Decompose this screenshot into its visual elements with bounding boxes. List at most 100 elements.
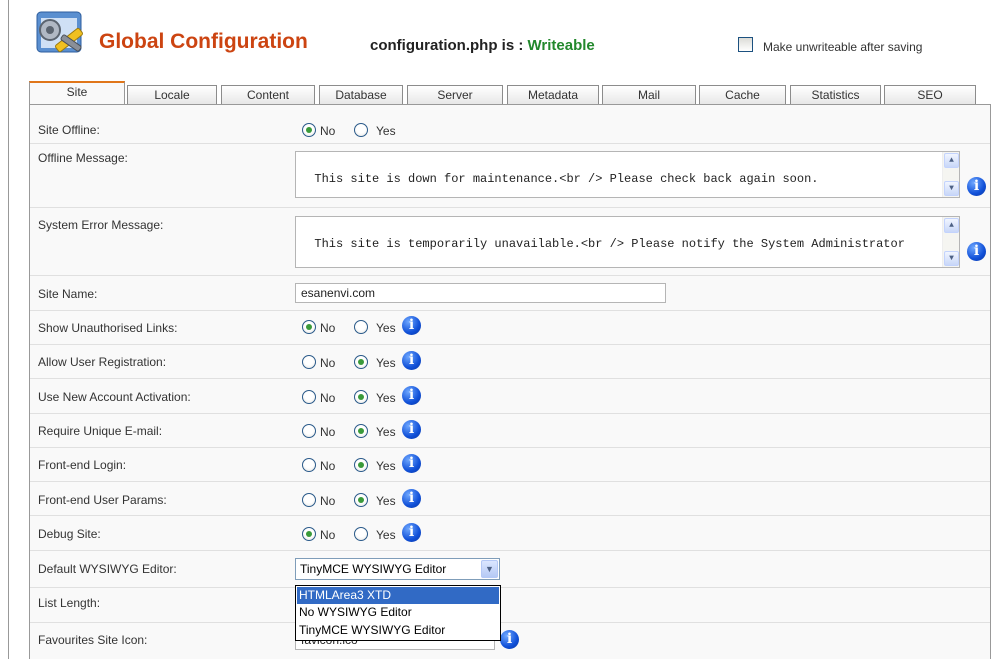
info-icon[interactable]: i bbox=[500, 630, 519, 649]
tab-locale[interactable]: Locale bbox=[127, 85, 217, 105]
site-name-label: Site Name: bbox=[38, 287, 98, 301]
info-icon[interactable]: i bbox=[967, 177, 986, 196]
tab-statistics[interactable]: Statistics bbox=[790, 85, 881, 105]
tab-cache[interactable]: Cache bbox=[699, 85, 786, 105]
debug-site-no-radio[interactable] bbox=[302, 527, 316, 541]
require-unique-email-no-radio[interactable] bbox=[302, 424, 316, 438]
info-icon[interactable]: i bbox=[402, 316, 421, 335]
tab-site[interactable]: Site bbox=[29, 81, 125, 105]
dropdown-option[interactable]: No WYSIWYG Editor bbox=[297, 604, 499, 621]
row-divider bbox=[30, 310, 990, 311]
tab-metadata[interactable]: Metadata bbox=[507, 85, 599, 105]
site-offline-label: Site Offline: bbox=[38, 123, 100, 137]
offline-message-textarea[interactable]: This site is down for maintenance.<br />… bbox=[295, 151, 960, 198]
offline-message-label: Offline Message: bbox=[38, 151, 128, 165]
show-unauthorised-links-no-radio[interactable] bbox=[302, 320, 316, 334]
tab-seo[interactable]: SEO bbox=[884, 85, 976, 105]
tabs-baseline bbox=[29, 104, 991, 105]
radio-yes-label: Yes bbox=[376, 356, 396, 370]
tab-content[interactable]: Content bbox=[221, 85, 315, 105]
info-icon[interactable]: i bbox=[402, 523, 421, 542]
info-icon[interactable]: i bbox=[402, 420, 421, 439]
frontend-user-params-no-radio[interactable] bbox=[302, 493, 316, 507]
info-icon[interactable]: i bbox=[402, 489, 421, 508]
allow-user-registration-label: Allow User Registration: bbox=[38, 355, 167, 369]
default-editor-value: TinyMCE WYSIWYG Editor bbox=[300, 562, 447, 576]
row-divider bbox=[30, 143, 990, 144]
radio-yes-label: Yes bbox=[376, 494, 396, 508]
frontend-login-no-radio[interactable] bbox=[302, 458, 316, 472]
radio-no-label: No bbox=[320, 459, 336, 473]
row-divider bbox=[30, 413, 990, 414]
row-divider bbox=[30, 275, 990, 276]
site-offline-yes-radio[interactable] bbox=[354, 123, 368, 137]
offline-message-scrollbar[interactable]: ▲ ▼ bbox=[942, 152, 959, 197]
radio-no-label: No bbox=[320, 356, 336, 370]
row-divider bbox=[30, 622, 990, 623]
tab-database[interactable]: Database bbox=[319, 85, 403, 105]
row-divider bbox=[30, 587, 990, 588]
offline-message-text: This site is down for maintenance.<br />… bbox=[314, 172, 819, 186]
dropdown-option[interactable]: HTMLArea3 XTD bbox=[297, 587, 499, 604]
row-divider bbox=[30, 378, 990, 379]
chevron-down-icon[interactable]: ▼ bbox=[481, 560, 498, 578]
tab-server[interactable]: Server bbox=[407, 85, 503, 105]
info-icon[interactable]: i bbox=[402, 351, 421, 370]
allow-user-registration-yes-radio[interactable] bbox=[354, 355, 368, 369]
file-status-prefix: configuration.php is : bbox=[370, 37, 528, 54]
use-new-account-activation-yes-radio[interactable] bbox=[354, 390, 368, 404]
radio-yes-label: Yes bbox=[376, 321, 396, 335]
dropdown-option[interactable]: TinyMCE WYSIWYG Editor bbox=[297, 622, 499, 639]
radio-no-label: No bbox=[320, 494, 336, 508]
scroll-down-icon[interactable]: ▼ bbox=[944, 251, 959, 266]
config-tools-icon bbox=[36, 11, 83, 53]
system-error-message-textarea[interactable]: This site is temporarily unavailable.<br… bbox=[295, 216, 960, 268]
show-unauthorised-links-yes-radio[interactable] bbox=[354, 320, 368, 334]
page-title: Global Configuration bbox=[99, 30, 308, 53]
default-editor-label: Default WYSIWYG Editor: bbox=[38, 562, 177, 576]
tab-mail[interactable]: Mail bbox=[602, 85, 696, 105]
frontend-user-params-yes-radio[interactable] bbox=[354, 493, 368, 507]
list-length-label: List Length: bbox=[38, 596, 101, 610]
row-divider bbox=[30, 481, 990, 482]
require-unique-email-yes-radio[interactable] bbox=[354, 424, 368, 438]
frontend-login-yes-radio[interactable] bbox=[354, 458, 368, 472]
radio-yes-label: Yes bbox=[376, 391, 396, 405]
system-error-message-label: System Error Message: bbox=[38, 218, 164, 232]
row-divider bbox=[30, 447, 990, 448]
file-status-value: Writeable bbox=[527, 37, 595, 54]
show-unauthorised-links-label: Show Unauthorised Links: bbox=[38, 321, 178, 335]
scroll-up-icon[interactable]: ▲ bbox=[944, 218, 959, 233]
system-error-message-text: This site is temporarily unavailable.<br… bbox=[314, 237, 905, 251]
radio-yes-label: Yes bbox=[376, 459, 396, 473]
radio-no-label: No bbox=[320, 391, 336, 405]
make-unwriteable-checkbox[interactable] bbox=[738, 37, 753, 52]
radio-no-label: No bbox=[320, 425, 336, 439]
info-icon[interactable]: i bbox=[967, 242, 986, 261]
row-divider bbox=[30, 207, 990, 208]
site-offline-no-radio[interactable] bbox=[302, 123, 316, 137]
radio-yes-label: Yes bbox=[376, 528, 396, 542]
info-icon[interactable]: i bbox=[402, 386, 421, 405]
scroll-down-icon[interactable]: ▼ bbox=[944, 181, 959, 196]
site-name-input[interactable]: esanenvi.com bbox=[295, 283, 666, 303]
use-new-account-activation-no-radio[interactable] bbox=[302, 390, 316, 404]
info-icon[interactable]: i bbox=[402, 454, 421, 473]
allow-user-registration-no-radio[interactable] bbox=[302, 355, 316, 369]
use-new-account-activation-label: Use New Account Activation: bbox=[38, 390, 191, 404]
make-unwriteable-label: Make unwriteable after saving bbox=[763, 40, 923, 54]
left-border bbox=[8, 0, 9, 659]
debug-site-yes-radio[interactable] bbox=[354, 527, 368, 541]
scroll-up-icon[interactable]: ▲ bbox=[944, 153, 959, 168]
default-editor-select[interactable]: TinyMCE WYSIWYG Editor ▼ bbox=[295, 558, 500, 580]
debug-site-label: Debug Site: bbox=[38, 527, 101, 541]
row-divider bbox=[30, 550, 990, 551]
require-unique-email-label: Require Unique E-mail: bbox=[38, 424, 163, 438]
file-status: configuration.php is : Writeable bbox=[370, 37, 595, 54]
radio-yes-label: Yes bbox=[376, 425, 396, 439]
frontend-login-label: Front-end Login: bbox=[38, 458, 127, 472]
row-divider bbox=[30, 515, 990, 516]
frontend-user-params-label: Front-end User Params: bbox=[38, 493, 167, 507]
system-error-message-scrollbar[interactable]: ▲ ▼ bbox=[942, 217, 959, 267]
default-editor-dropdown: HTMLArea3 XTD No WYSIWYG Editor TinyMCE … bbox=[295, 585, 501, 641]
